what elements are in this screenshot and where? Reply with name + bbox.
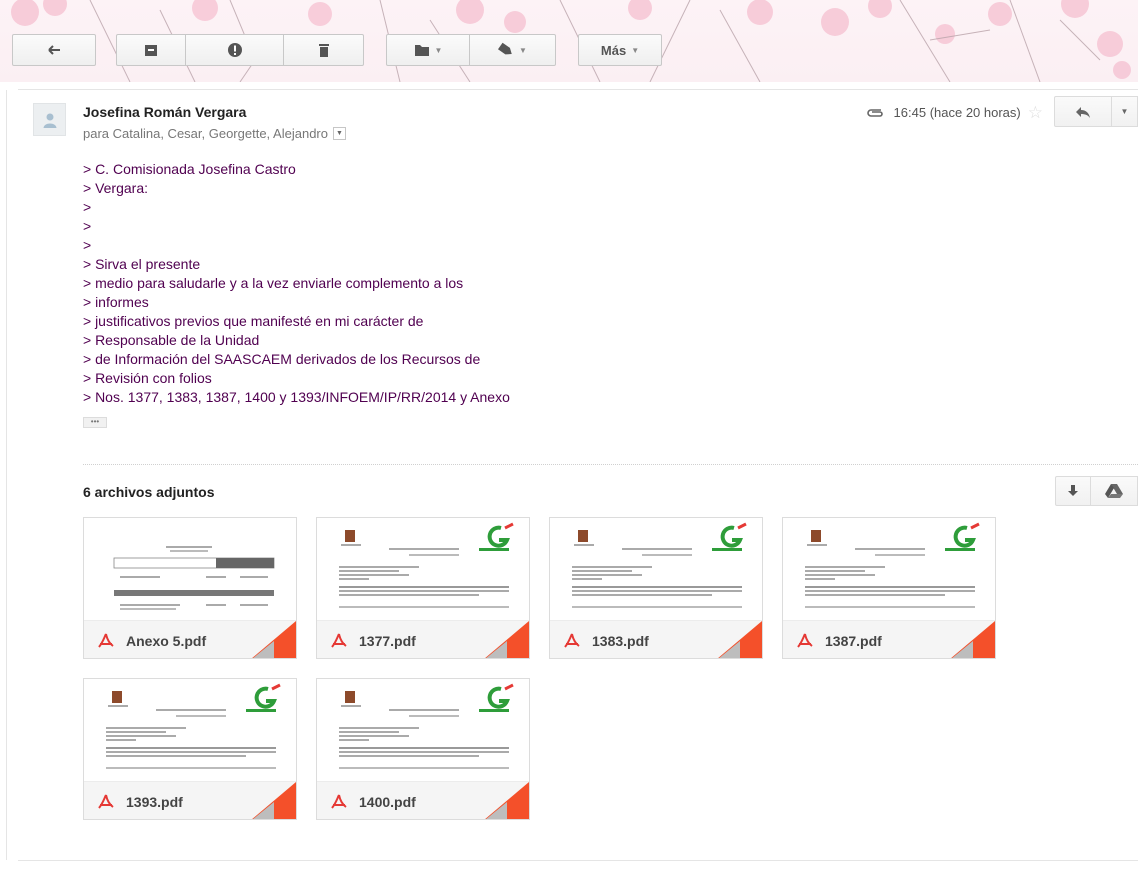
attachment-footer: 1387.pdf bbox=[783, 620, 995, 658]
document-preview bbox=[339, 683, 514, 769]
attachment-corner-fold bbox=[718, 641, 740, 658]
attachment-thumbnail bbox=[317, 679, 529, 781]
document-preview bbox=[106, 683, 281, 769]
delete-button[interactable] bbox=[284, 34, 364, 66]
attachment-card[interactable]: 1400.pdf bbox=[316, 678, 530, 820]
pdf-icon bbox=[331, 633, 347, 648]
trash-icon bbox=[318, 44, 329, 57]
body-line: > Responsable de la Unidad bbox=[83, 332, 260, 348]
message-body: > C. Comisionada Josefina Castro > Verga… bbox=[83, 160, 510, 407]
body-line: > Nos. 1377, 1383, 1387, 1400 y 1393/INF… bbox=[83, 389, 510, 405]
attachment-footer: Anexo 5.pdf bbox=[84, 620, 296, 658]
body-line: > justificativos previos que manifesté e… bbox=[83, 313, 424, 329]
folder-icon bbox=[414, 45, 429, 56]
show-details-dropdown[interactable]: ▼ bbox=[332, 127, 346, 140]
archive-icon bbox=[145, 45, 157, 56]
attachment-corner-fold bbox=[951, 641, 973, 658]
show-trimmed-content-button[interactable]: ••• bbox=[83, 417, 107, 428]
body-line: > Vergara: bbox=[83, 180, 148, 196]
recipients: para Catalina, Cesar, Georgette, Alejand… bbox=[83, 126, 346, 141]
chevron-down-icon: ▼ bbox=[1120, 107, 1129, 116]
left-divider bbox=[6, 90, 7, 860]
attachment-footer: 1400.pdf bbox=[317, 781, 529, 819]
attachment-corner-fold bbox=[252, 641, 274, 658]
drive-icon bbox=[1105, 484, 1123, 498]
document-preview bbox=[572, 522, 747, 608]
body-line: > informes bbox=[83, 294, 149, 310]
pdf-icon bbox=[564, 633, 580, 648]
pdf-icon bbox=[98, 633, 114, 648]
attachment-thumbnail bbox=[84, 518, 296, 620]
attachment-corner-fold bbox=[252, 802, 274, 819]
pdf-icon bbox=[797, 633, 813, 648]
pdf-icon bbox=[331, 794, 347, 809]
person-silhouette-icon bbox=[43, 113, 56, 128]
attachment-filename: Anexo 5.pdf bbox=[126, 633, 207, 649]
body-line: > Revisión con folios bbox=[83, 370, 212, 386]
paperclip-icon bbox=[866, 108, 883, 117]
toolbar: ▼ ▼ Más ▼ bbox=[0, 0, 1138, 82]
message-bottom-divider bbox=[18, 860, 1138, 861]
attachment-footer: 1383.pdf bbox=[550, 620, 762, 658]
body-line: > de Información del SAASCAEM derivados … bbox=[83, 351, 481, 367]
sender-name[interactable]: Josefina Román Vergara bbox=[83, 104, 246, 120]
reply-arrow-icon bbox=[1076, 106, 1090, 118]
more-actions-dropdown[interactable]: ▼ bbox=[1111, 96, 1138, 127]
body-line: > medio para saludarle y a la vez enviar… bbox=[83, 275, 464, 291]
attachments-separator bbox=[83, 464, 1138, 465]
attachments-count: 6 archivos adjuntos bbox=[83, 484, 215, 500]
attachment-thumbnail bbox=[84, 679, 296, 781]
attachment-filename: 1383.pdf bbox=[592, 633, 649, 649]
attachment-filename: 1387.pdf bbox=[825, 633, 882, 649]
archive-button[interactable] bbox=[116, 34, 186, 66]
recipients-text: para Catalina, Cesar, Georgette, Alejand… bbox=[83, 126, 328, 141]
attachment-footer: 1393.pdf bbox=[84, 781, 296, 819]
document-preview bbox=[805, 522, 980, 608]
attachment-corner-fold bbox=[485, 641, 507, 658]
attachment-thumbnail bbox=[783, 518, 995, 620]
more-button[interactable]: Más ▼ bbox=[578, 34, 662, 66]
back-to-inbox-button[interactable] bbox=[12, 34, 96, 66]
attachment-filename: 1377.pdf bbox=[359, 633, 416, 649]
attachment-card[interactable]: 1383.pdf bbox=[549, 517, 763, 659]
label-tag-icon bbox=[498, 42, 512, 55]
download-all-button[interactable] bbox=[1055, 476, 1091, 506]
body-line: > bbox=[83, 237, 92, 253]
pdf-icon bbox=[98, 794, 114, 809]
body-line: > C. Comisionada Josefina Castro bbox=[83, 161, 296, 177]
star-icon[interactable]: ☆ bbox=[1028, 104, 1043, 121]
labels-button[interactable]: ▼ bbox=[470, 34, 556, 66]
report-spam-button[interactable] bbox=[186, 34, 284, 66]
attachment-thumbnail bbox=[317, 518, 529, 620]
move-to-button[interactable]: ▼ bbox=[386, 34, 470, 66]
body-line: > bbox=[83, 199, 92, 215]
more-button-label: Más bbox=[600, 42, 627, 58]
reply-button[interactable] bbox=[1054, 96, 1112, 127]
chevron-down-icon: ▼ bbox=[434, 45, 443, 55]
document-preview bbox=[113, 546, 275, 610]
document-preview bbox=[339, 522, 514, 608]
avatar[interactable] bbox=[33, 103, 66, 136]
body-line: > Sirva el presente bbox=[83, 256, 201, 272]
chevron-down-icon: ▼ bbox=[631, 45, 640, 55]
spam-warning-icon bbox=[227, 43, 242, 57]
message-meta: 16:45 (hace 20 horas) ☆ bbox=[866, 104, 1043, 121]
attachment-corner-fold bbox=[485, 802, 507, 819]
attachment-card[interactable]: 1387.pdf bbox=[782, 517, 996, 659]
save-to-drive-button[interactable] bbox=[1090, 476, 1138, 506]
message-time: 16:45 (hace 20 horas) bbox=[893, 105, 1021, 120]
attachment-thumbnail bbox=[550, 518, 762, 620]
message-top-divider bbox=[18, 89, 1138, 90]
attachment-footer: 1377.pdf bbox=[317, 620, 529, 658]
attachment-card[interactable]: 1393.pdf bbox=[83, 678, 297, 820]
download-icon bbox=[1068, 485, 1078, 496]
attachment-card[interactable]: 1377.pdf bbox=[316, 517, 530, 659]
attachment-card[interactable]: Anexo 5.pdf bbox=[83, 517, 297, 659]
chevron-down-icon: ▼ bbox=[519, 45, 527, 55]
attachment-filename: 1393.pdf bbox=[126, 794, 183, 810]
back-arrow-icon bbox=[48, 45, 60, 55]
attachment-filename: 1400.pdf bbox=[359, 794, 416, 810]
body-line: > bbox=[83, 218, 92, 234]
